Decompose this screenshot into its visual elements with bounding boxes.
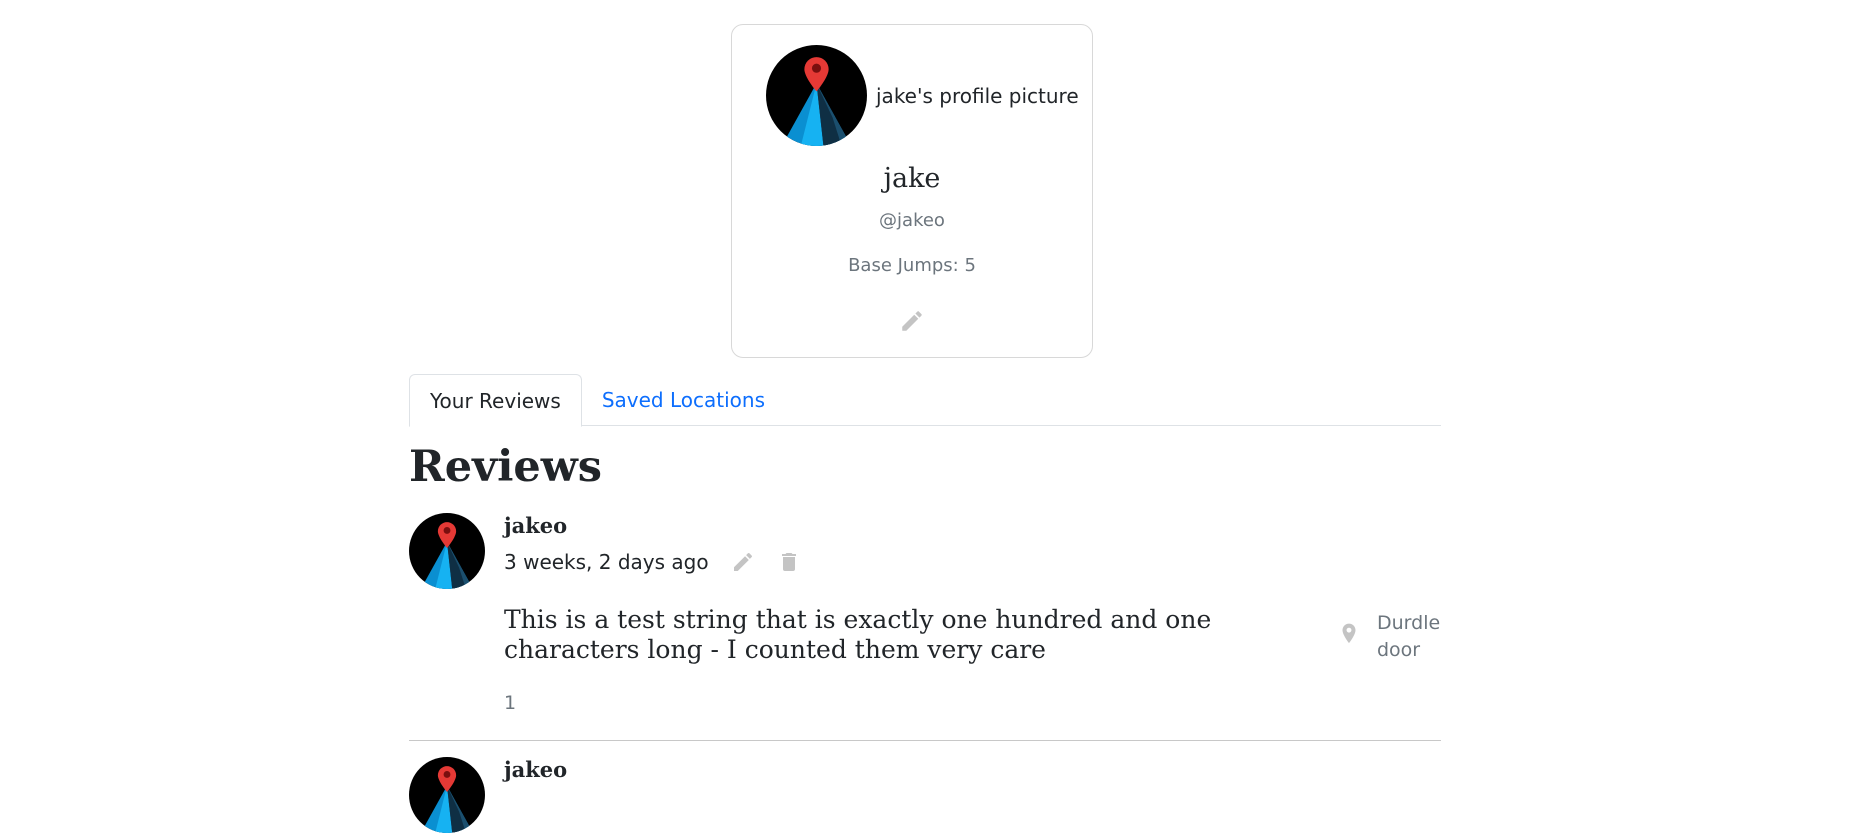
tab-saved-locations[interactable]: Saved Locations	[582, 374, 785, 426]
review-item: jakeo 3 weeks, 2 days ago This is a test…	[409, 513, 1441, 741]
tab-your-reviews[interactable]: Your Reviews	[409, 374, 582, 427]
profile-name: jake	[883, 163, 941, 194]
review-avatar	[409, 757, 485, 833]
review-avatar	[409, 513, 485, 589]
reviews-heading: Reviews	[409, 442, 602, 492]
profile-handle: @jakeo	[879, 210, 945, 231]
review-text: This is a test string that is exactly on…	[504, 605, 1212, 664]
base-jumps-count: Base Jumps: 5	[848, 255, 976, 276]
review-timestamp: 3 weeks, 2 days ago	[504, 550, 709, 574]
edit-profile-pencil-icon[interactable]	[899, 308, 925, 334]
review-item: jakeo	[409, 757, 1441, 817]
review-like-count: 1	[504, 692, 517, 714]
review-author: jakeo	[504, 757, 568, 782]
profile-header: jake's profile picture	[766, 45, 1079, 146]
avatar-alt-text: jake's profile picture	[876, 83, 1079, 108]
edit-review-pencil-icon[interactable]	[731, 550, 755, 574]
profile-tabs: Your Reviews Saved Locations	[409, 374, 1441, 427]
location-pin-icon	[1342, 623, 1356, 644]
delete-review-trash-icon[interactable]	[777, 550, 801, 574]
review-meta: 3 weeks, 2 days ago	[504, 550, 801, 574]
review-location-link[interactable]: Durdle door	[1339, 610, 1441, 664]
profile-avatar	[766, 45, 867, 146]
review-author: jakeo	[504, 513, 568, 538]
profile-card: jake's profile picture jake @jakeo Base …	[731, 24, 1093, 358]
review-location-name: Durdle door	[1377, 612, 1441, 661]
